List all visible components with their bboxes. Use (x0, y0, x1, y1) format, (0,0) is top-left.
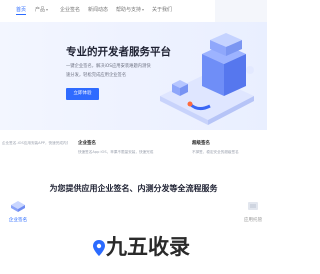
chevron-down-icon: ▾ (46, 7, 49, 12)
section-title: 为您提供应用企业签名、内测分发等全流程服务 (49, 184, 218, 193)
nav-item-news[interactable]: 新闻动态 (88, 6, 108, 13)
nav-item-about[interactable]: 关于我们 (152, 6, 172, 13)
try-now-button[interactable]: 立即体验 (66, 88, 99, 100)
hero-description: 一键企业签名，解决iOS应用安装难题内测快速分发，轻松完成应用企业签名 (66, 64, 151, 78)
floating-circle (246, 66, 254, 74)
nav-item-products[interactable]: 产品▾ (35, 6, 48, 13)
nav-item-help[interactable]: 帮助与支持▾ (116, 6, 144, 13)
top-nav: 首页 产品▾ 企业签名 新闻动态 帮助与支持▾ 关于我们 (0, 0, 267, 23)
nav-item-home[interactable]: 首页 (16, 6, 27, 15)
tab-label: 应用托管 (243, 218, 263, 223)
watermark-pin-icon (93, 240, 105, 256)
tab-enterprise-sign[interactable]: 企业签名 (0, 198, 36, 223)
chevron-down-icon: ▾ (142, 7, 145, 12)
enterprise-sign-icon (11, 201, 25, 212)
watermark: 九五收录 (92, 231, 190, 261)
hero-illustration (160, 33, 254, 125)
feature-card-title: 企业签名 (78, 141, 96, 146)
feature-card[interactable]: 超级签名 不掉签，稳定安全的超级签名 (190, 137, 267, 163)
feature-cards: 企业签名-iOS应用安装APP，快速完成内测... 企业签名 快速签名App i… (0, 131, 267, 165)
pipe-node (187, 101, 193, 107)
feature-card-title: 超级签名 (192, 141, 210, 146)
tab-app-hosting[interactable]: 应用托管 (236, 198, 270, 223)
nav-item-enterprise-sign[interactable]: 企业签名 (60, 6, 80, 13)
feature-card-desc: 不掉签，稳定安全的超级签名 (192, 150, 239, 154)
nav-right-area (215, 0, 267, 22)
tab-label: 企业签名 (8, 218, 28, 223)
feature-card-desc: 企业签名-iOS应用安装APP，快速完成内测... (2, 141, 68, 145)
app-hosting-icon (248, 202, 258, 210)
watermark-text: 九五收录 (106, 235, 190, 259)
hero-banner: 专业的开发者服务平台 一键企业签名，解决iOS应用安装难题内测快速分发，轻松完成… (0, 22, 267, 130)
feature-card[interactable]: 企业签名-iOS应用安装APP，快速完成内测... (0, 137, 68, 163)
feature-card[interactable]: 企业签名 快速签名App iOS，苹果不限量安装，快速完成 (76, 137, 160, 163)
feature-card-desc: 快速签名App iOS，苹果不限量安装，快速完成 (78, 150, 154, 154)
